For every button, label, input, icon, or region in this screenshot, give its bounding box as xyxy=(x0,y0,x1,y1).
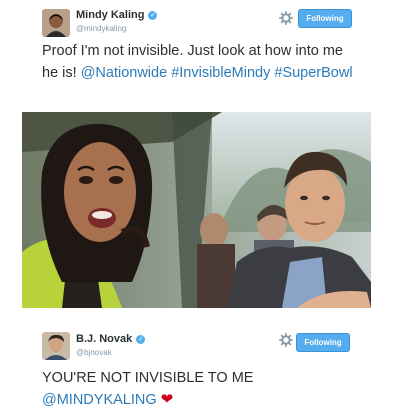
user-handle[interactable]: @bjnovak xyxy=(76,348,112,357)
display-name[interactable]: B.J. Novak xyxy=(76,333,132,345)
gear-icon[interactable] xyxy=(279,333,293,347)
avatar-image xyxy=(42,9,70,37)
tweet-text-line-2: @MINDYKALING ❤ xyxy=(42,389,362,411)
tweet-text: YOU'RE NOT INVISIBLE TO ME @MINDYKALING … xyxy=(42,367,362,411)
verified-badge-icon: ✓ xyxy=(148,10,158,20)
avatar-image xyxy=(42,332,70,360)
display-name[interactable]: Mindy Kaling xyxy=(76,9,144,21)
mention-link[interactable]: @Nationwide xyxy=(81,65,167,81)
tweet-text-line: YOU'RE NOT INVISIBLE TO ME xyxy=(42,370,254,386)
heart-icon: ❤ xyxy=(160,391,174,408)
avatar[interactable] xyxy=(42,9,70,37)
selfie-photo xyxy=(22,112,371,308)
hashtag-link-superbowl[interactable]: #SuperBowl xyxy=(274,65,352,81)
following-button[interactable]: Following xyxy=(298,9,352,28)
tweet-mindy-kaling: Mindy Kaling ✓ @mindykaling Following Pr… xyxy=(0,0,414,320)
user-handle[interactable]: @mindykaling xyxy=(76,24,126,33)
avatar[interactable] xyxy=(42,332,70,360)
following-button[interactable]: Following xyxy=(296,333,350,352)
author-line: B.J. Novak ✓ xyxy=(76,333,146,345)
tweet-bj-novak: B.J. Novak ✓ @bjnovak Following YOU'RE N… xyxy=(0,320,414,414)
tweet-text: Proof I'm not invisible. Just look at ho… xyxy=(42,40,362,84)
tweet-photo[interactable] xyxy=(22,112,371,308)
mention-link[interactable]: @MINDYKALING xyxy=(42,392,157,408)
hashtag-link-invisiblemindy[interactable]: #InvisibleMindy xyxy=(171,65,270,81)
gear-icon[interactable] xyxy=(279,11,293,25)
author-line: Mindy Kaling ✓ xyxy=(76,9,158,21)
verified-badge-icon: ✓ xyxy=(136,334,146,344)
